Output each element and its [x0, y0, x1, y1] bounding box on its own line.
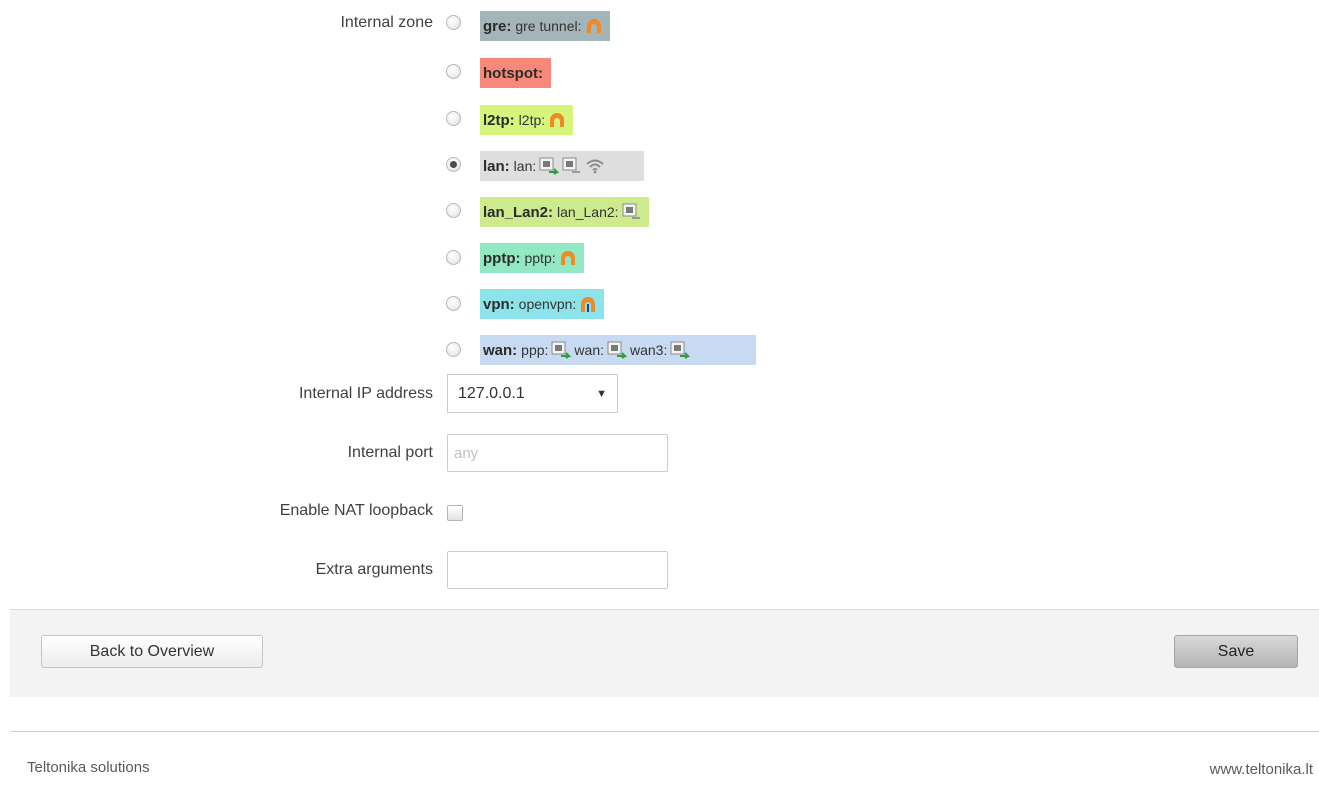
nat-loopback-checkbox[interactable] [447, 505, 463, 521]
zone-option-wan[interactable]: wan: ppp: wan: wan3: [480, 335, 756, 365]
zone-radio-vpn[interactable] [446, 296, 461, 311]
internal-ip-value: 127.0.0.1 [458, 384, 525, 402]
tunnel-icon [560, 251, 575, 265]
zone-name: l2tp: [483, 111, 515, 129]
back-to-overview-button[interactable]: Back to Overview [41, 635, 263, 668]
internal-port-label: Internal port [347, 444, 433, 461]
zone-detail: ppp: [521, 342, 549, 358]
ethernet-port-icon [622, 203, 640, 219]
zone-option-hotspot[interactable]: hotspot: [480, 58, 551, 88]
zone-radio-l2tp[interactable] [446, 111, 461, 126]
zone-radio-hotspot[interactable] [446, 64, 461, 79]
ethernet-port-icon [607, 341, 627, 359]
zone-option-lan[interactable]: lan: lan: [480, 151, 644, 181]
zone-name: pptp: [483, 249, 521, 267]
footer-company: Teltonika solutions [27, 759, 150, 776]
ethernet-port-icon [670, 341, 691, 359]
zone-option-pptp[interactable]: pptp: pptp: [480, 243, 584, 273]
footer-divider [10, 731, 1319, 732]
zone-detail: wan3: [630, 342, 668, 358]
zone-radio-lan-lan2[interactable] [446, 203, 461, 218]
extra-arguments-input[interactable] [447, 551, 668, 589]
action-bar: Back to Overview Save [10, 609, 1319, 697]
footer-website-link[interactable]: www.teltonika.lt [1210, 761, 1313, 778]
ethernet-port-icon [551, 341, 572, 359]
internal-port-input[interactable]: any [447, 434, 668, 472]
internal-zone-label: Internal zone [340, 14, 433, 31]
wifi-icon [586, 159, 604, 174]
zone-detail: pptp: [524, 250, 556, 266]
save-button[interactable]: Save [1174, 635, 1298, 668]
zone-detail: l2tp: [518, 112, 546, 128]
zone-detail: lan_Lan2: [557, 204, 619, 220]
internal-ip-select[interactable]: 127.0.0.1 ▼ [447, 374, 618, 413]
zone-detail: lan: [513, 158, 537, 174]
zone-name: vpn: [483, 295, 515, 313]
zone-name: wan: [483, 341, 518, 359]
zone-radio-lan[interactable] [446, 157, 461, 172]
zone-name: hotspot: [483, 64, 543, 82]
zone-detail: gre tunnel: [515, 18, 582, 34]
ethernet-port-icon [562, 157, 581, 173]
zone-option-vpn[interactable]: vpn: openvpn: [480, 289, 605, 319]
nat-loopback-label: Enable NAT loopback [279, 502, 433, 519]
internal-port-placeholder: any [454, 444, 479, 462]
dropdown-arrow-icon: ▼ [596, 388, 607, 400]
zone-option-l2tp[interactable]: l2tp: l2tp: [480, 105, 574, 135]
zone-name: lan: [483, 157, 510, 175]
zone-name: lan_Lan2: [483, 203, 554, 221]
vpn-tunnel-icon [581, 297, 596, 312]
zone-radio-wan[interactable] [446, 342, 461, 357]
zone-radio-gre[interactable] [446, 15, 461, 30]
extra-arguments-label: Extra arguments [315, 561, 433, 578]
zone-name: gre: [483, 17, 512, 35]
zone-option-lan-lan2[interactable]: lan_Lan2: lan_Lan2: [480, 197, 649, 227]
tunnel-icon [550, 113, 565, 127]
zone-option-gre[interactable]: gre: gre tunnel: [480, 11, 610, 41]
zone-radio-pptp[interactable] [446, 250, 461, 265]
tunnel-icon [586, 19, 601, 33]
ethernet-port-icon [539, 157, 560, 175]
internal-ip-label: Internal IP address [298, 385, 433, 402]
zone-detail: wan: [574, 342, 604, 358]
zone-detail: openvpn: [518, 296, 577, 312]
